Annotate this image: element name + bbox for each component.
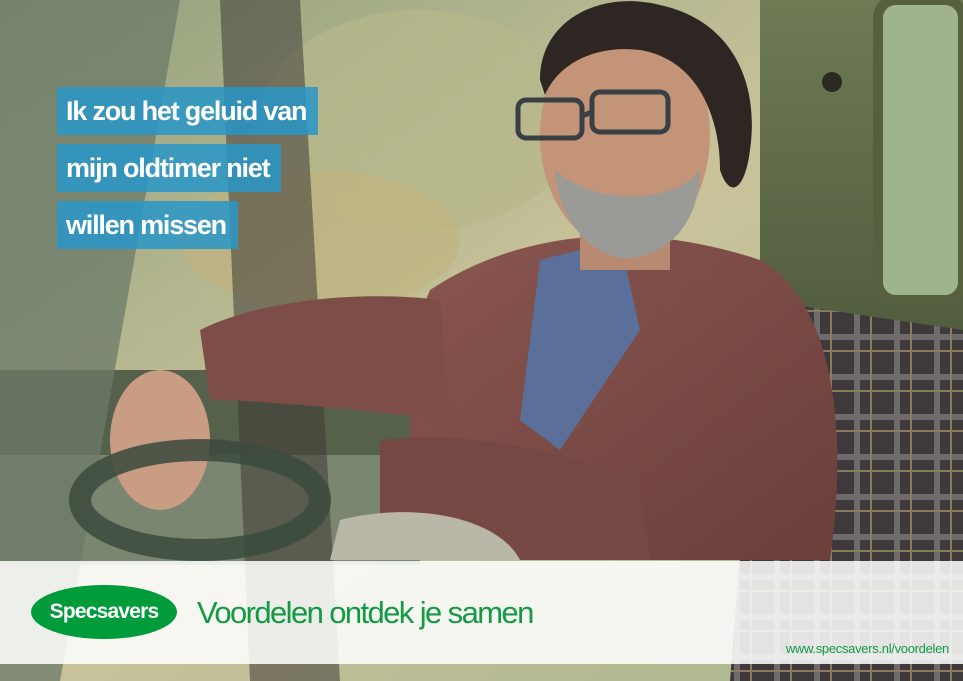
headline-line-1: Ik zou het geluid van — [57, 87, 319, 135]
website-url[interactable]: www.specsavers.nl/voordelen — [786, 641, 949, 656]
specsavers-logo: Specsavers — [31, 585, 177, 639]
tagline: Voordelen ontdek je samen — [197, 595, 534, 630]
advertisement: Ik zou het geluid van mijn oldtimer niet… — [0, 0, 963, 681]
headline-line-3: willen missen — [57, 201, 238, 249]
headline-line-2: mijn oldtimer niet — [57, 144, 282, 192]
